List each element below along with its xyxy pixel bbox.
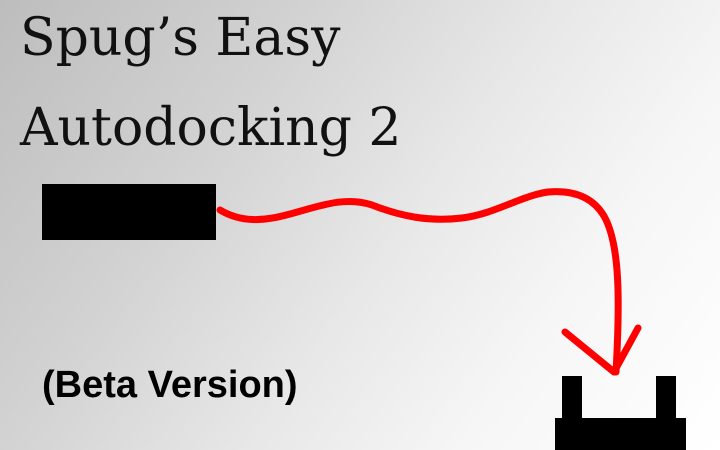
beta-version-label: (Beta Version) (42, 364, 298, 406)
ship-block-icon (42, 184, 216, 240)
docking-port-icon (555, 376, 686, 450)
docking-path-arrow-icon (216, 188, 642, 376)
